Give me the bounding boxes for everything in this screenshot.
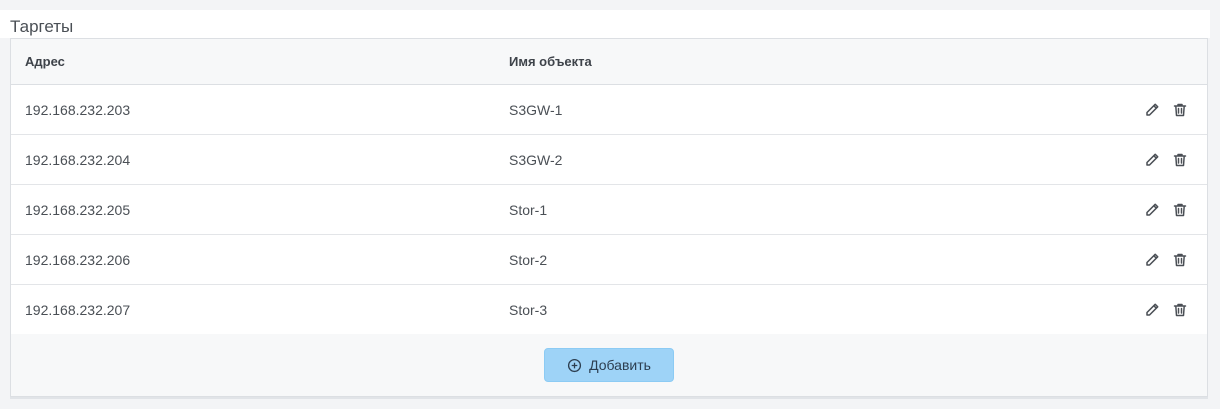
row-actions <box>1143 101 1189 119</box>
add-button[interactable]: Добавить <box>544 348 674 382</box>
cell-object-name: S3GW-2 <box>509 151 563 168</box>
pencil-icon[interactable] <box>1143 201 1161 219</box>
table-row: 192.168.232.204 S3GW-2 <box>11 135 1207 185</box>
row-actions <box>1143 151 1189 169</box>
row-actions <box>1143 251 1189 269</box>
table-row: 192.168.232.203 S3GW-1 <box>11 85 1207 135</box>
pencil-icon[interactable] <box>1143 101 1161 119</box>
cell-address: 192.168.232.206 <box>25 251 131 268</box>
section-title: Таргеты <box>10 17 74 36</box>
pencil-icon[interactable] <box>1143 251 1161 269</box>
trash-icon[interactable] <box>1171 151 1189 169</box>
table-row: 192.168.232.207 Stor-3 <box>11 285 1207 335</box>
trash-icon[interactable] <box>1171 201 1189 219</box>
cell-object-name: S3GW-1 <box>509 101 563 118</box>
pencil-icon[interactable] <box>1143 151 1161 169</box>
cell-object-name: Stor-3 <box>509 301 548 318</box>
cell-object-name: Stor-2 <box>509 251 548 268</box>
table-footer: Добавить <box>11 334 1207 396</box>
trash-icon[interactable] <box>1171 101 1189 119</box>
row-actions <box>1143 301 1189 319</box>
plus-circle-icon <box>567 358 582 372</box>
cell-address: 192.168.232.204 <box>25 151 131 168</box>
table-row: 192.168.232.205 Stor-1 <box>11 185 1207 235</box>
targets-table: Адрес Имя объекта 192.168.232.203 S3GW-1… <box>10 38 1208 397</box>
bottom-divider <box>10 397 1208 399</box>
cell-address: 192.168.232.205 <box>25 201 131 218</box>
column-header-object-name: Имя объекта <box>509 54 592 69</box>
table-header: Адрес Имя объекта <box>11 39 1207 85</box>
cell-address: 192.168.232.203 <box>25 101 131 118</box>
row-actions <box>1143 201 1189 219</box>
pencil-icon[interactable] <box>1143 301 1161 319</box>
cell-object-name: Stor-1 <box>509 201 548 218</box>
trash-icon[interactable] <box>1171 251 1189 269</box>
trash-icon[interactable] <box>1171 301 1189 319</box>
cell-address: 192.168.232.207 <box>25 301 131 318</box>
title-strip: Таргеты <box>0 10 1210 38</box>
add-button-label: Добавить <box>589 357 651 373</box>
table-row: 192.168.232.206 Stor-2 <box>11 235 1207 285</box>
targets-page: Таргеты Адрес Имя объекта 192.168.232.20… <box>0 0 1220 409</box>
column-header-address: Адрес <box>25 54 65 69</box>
